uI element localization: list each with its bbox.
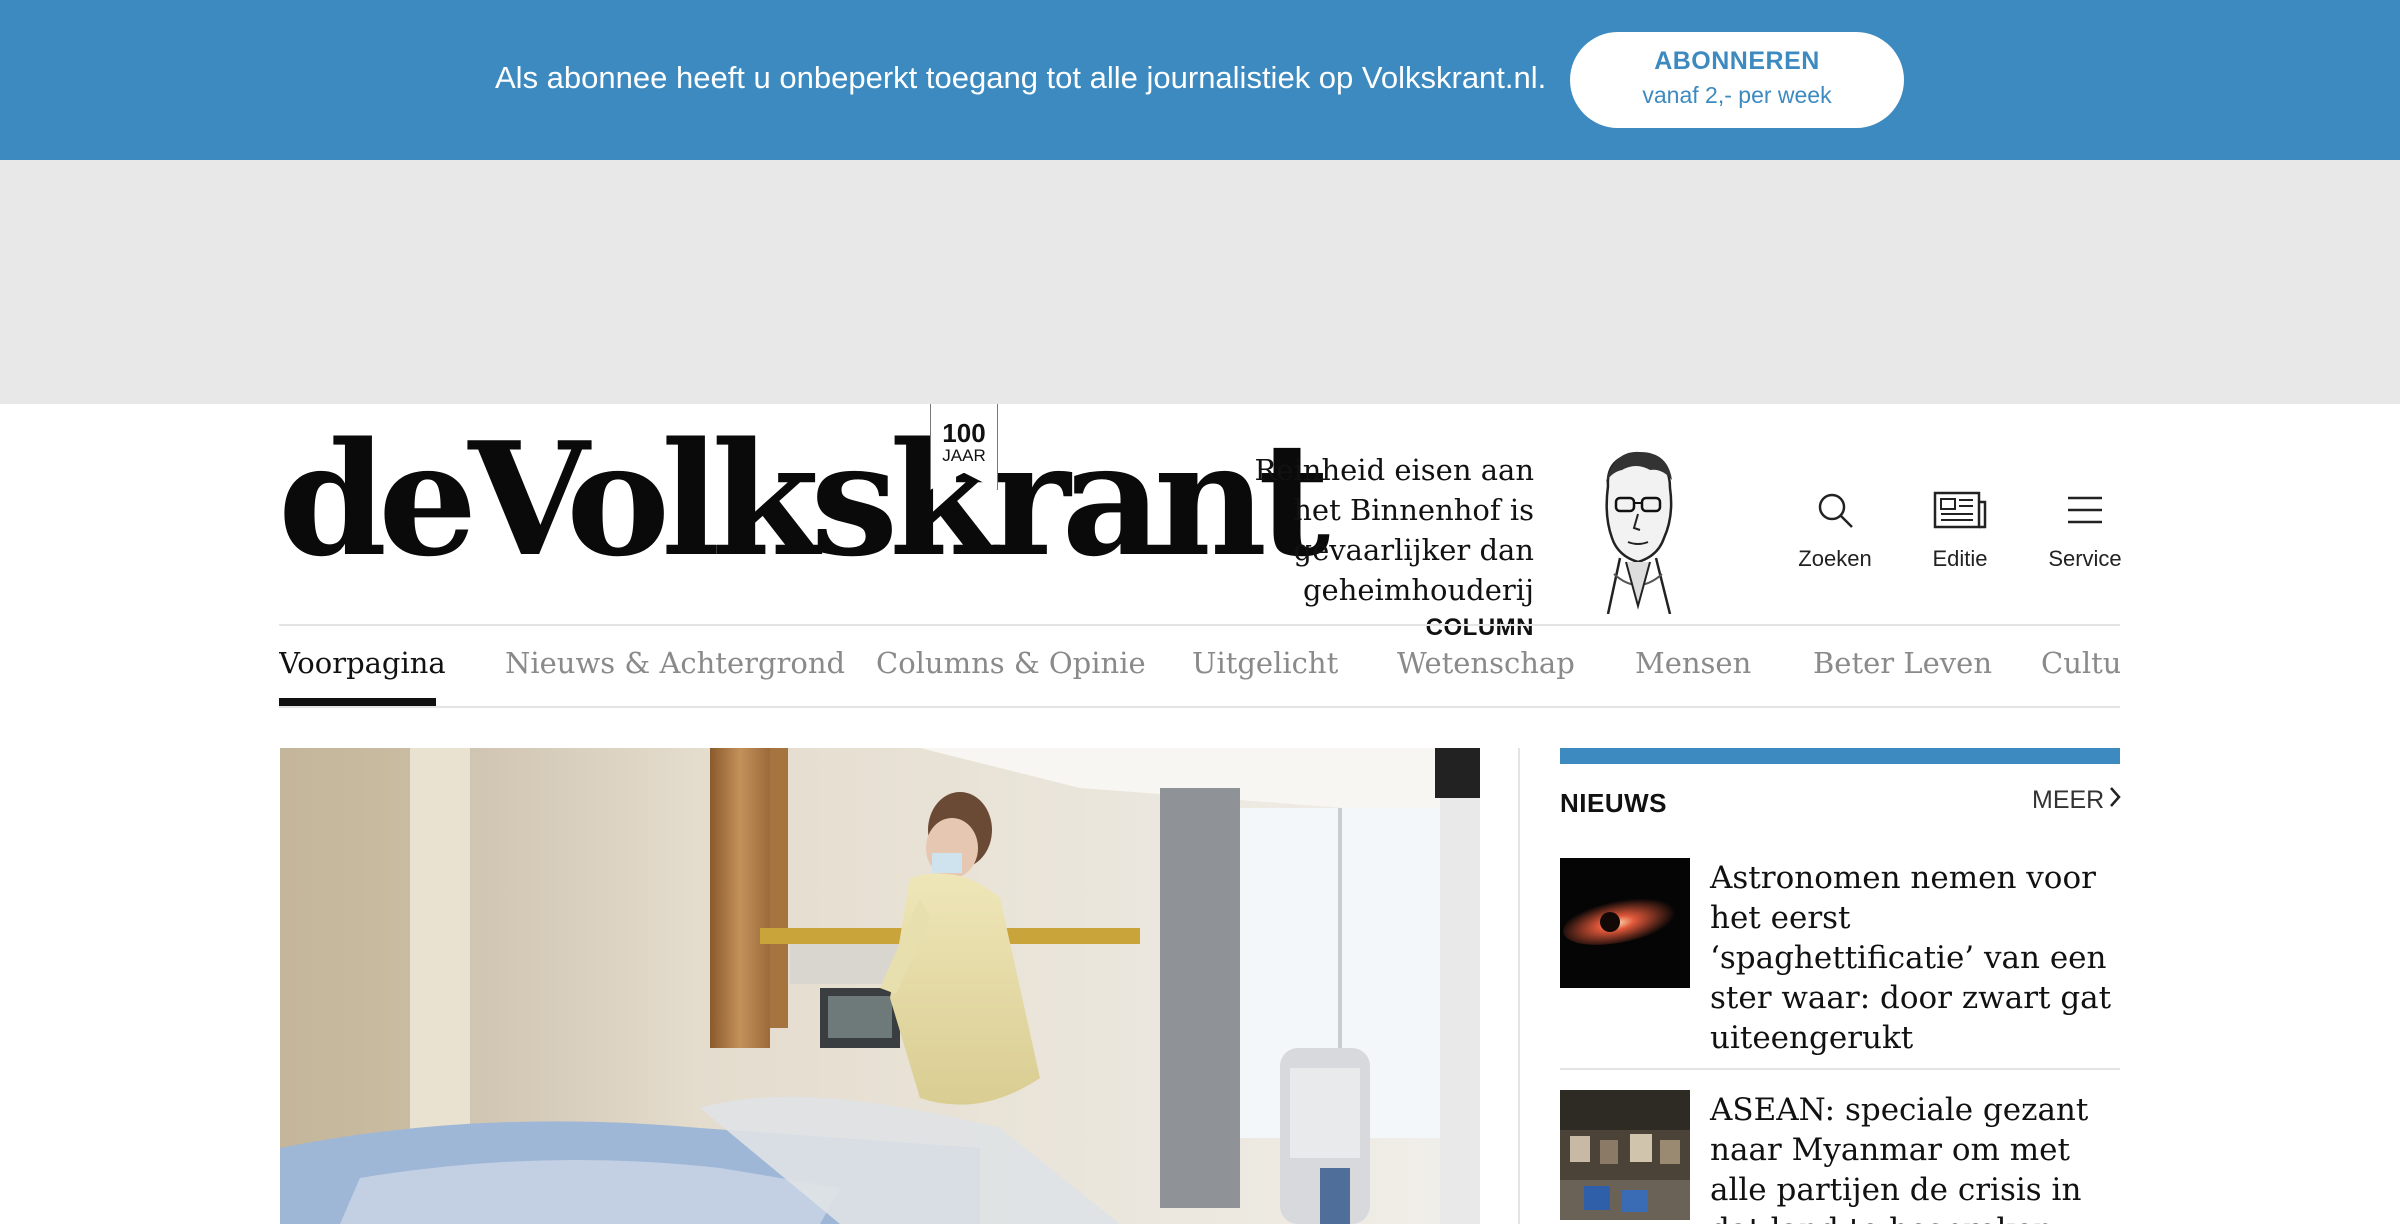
nav-item-columns-opinie[interactable]: Columns & Opinie — [876, 646, 1146, 680]
chevron-right-icon — [2108, 786, 2122, 815]
sidebar-heading: NIEUWS — [1560, 788, 1667, 818]
anniversary-number: 100 — [942, 418, 986, 448]
news-thumbnail — [1560, 1090, 1690, 1220]
column-divider — [1518, 748, 1520, 1224]
subscribe-button-label: ABONNEREN — [1654, 47, 1820, 75]
nav-item-mensen[interactable]: Mensen — [1635, 646, 1751, 680]
sidebar-accent-bar — [1560, 748, 2120, 764]
nav-item-nieuws-achtergrond[interactable]: Nieuws & Achtergrond — [505, 646, 845, 680]
news-separator — [1560, 1068, 2120, 1070]
subscribe-banner: Als abonnee heeft u onbeperkt toegang to… — [0, 0, 2400, 160]
subscribe-button-price: vanaf 2,- per week — [1642, 82, 1832, 108]
service-label: Service — [2048, 546, 2122, 571]
edition-label: Editie — [1932, 546, 1988, 571]
nav-item-cultuur[interactable]: Cultuur — [2041, 646, 2120, 680]
menu-icon — [2030, 490, 2140, 530]
column-teaser[interactable]: Reinheid eisen aan het Binnenhof is geva… — [1200, 450, 1534, 642]
section-nav: Voorpagina Nieuws & Achtergrond Columns … — [279, 624, 2120, 708]
nav-item-beter-leven[interactable]: Beter Leven — [1813, 646, 1992, 680]
news-title: Astronomen nemen voor het eerst ‘spaghet… — [1710, 860, 2112, 1056]
search-label: Zoeken — [1798, 546, 1872, 571]
sidebar-more-label: MEER — [2032, 786, 2105, 814]
news-item[interactable]: Astronomen nemen voor het eerst ‘spaghet… — [1560, 858, 2120, 1056]
banner-text: Als abonnee heeft u onbeperkt toegang to… — [495, 60, 1547, 95]
newspaper-icon — [1905, 490, 2015, 530]
subscribe-button[interactable]: ABONNEREN vanaf 2,- per week — [1570, 32, 1904, 128]
search-icon — [1780, 490, 1890, 530]
news-thumbnail — [1560, 858, 1690, 988]
news-title: ASEAN: speciale gezant naar Myanmar om m… — [1710, 1092, 2089, 1224]
search-button[interactable]: Zoeken — [1780, 490, 1890, 572]
site-logo[interactable]: deVolkskrant — [278, 422, 1330, 578]
nav-item-voorpagina[interactable]: Voorpagina — [279, 646, 446, 680]
edition-button[interactable]: Editie — [1905, 490, 2015, 572]
anniversary-label: JAAR — [942, 446, 986, 465]
sidebar-more-link[interactable]: MEER — [2032, 786, 2122, 815]
news-item[interactable]: ASEAN: speciale gezant naar Myanmar om m… — [1560, 1090, 2120, 1224]
nav-active-indicator — [279, 698, 436, 706]
hero-image[interactable] — [280, 748, 1480, 1224]
advertisement-slot — [0, 160, 2400, 404]
nav-item-wetenschap[interactable]: Wetenschap — [1397, 646, 1575, 680]
nav-item-uitgelicht[interactable]: Uitgelicht — [1192, 646, 1338, 680]
column-title: Reinheid eisen aan het Binnenhof is geva… — [1254, 453, 1534, 607]
service-menu-button[interactable]: Service — [2030, 490, 2140, 572]
columnist-portrait[interactable] — [1578, 446, 1696, 615]
